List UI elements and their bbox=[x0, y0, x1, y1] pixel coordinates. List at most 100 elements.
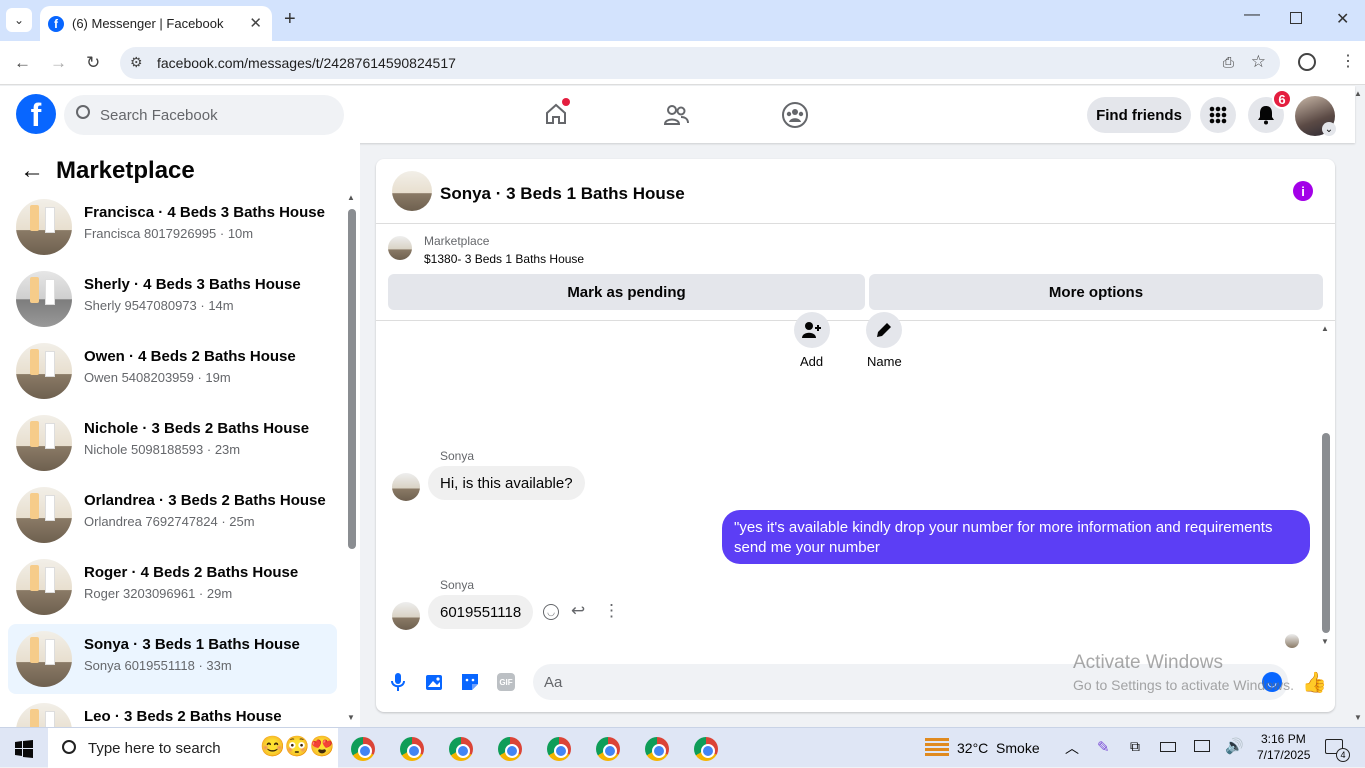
groups-icon[interactable] bbox=[781, 101, 809, 134]
chrome-app-icon[interactable] bbox=[449, 737, 473, 761]
page-scroll-up-icon[interactable]: ▲ bbox=[1354, 89, 1362, 98]
chrome-app-icon[interactable] bbox=[694, 737, 718, 761]
conversation-subtitle: Nichole 5098188593 · 23m bbox=[84, 442, 241, 457]
listing-avatar[interactable] bbox=[388, 236, 412, 260]
address-bar: ← → ↻ ⚙ facebook.com/messages/t/24287614… bbox=[0, 41, 1365, 85]
notifications-button[interactable]: 6 bbox=[1248, 89, 1292, 133]
conversation-item[interactable]: Leo · 3 Beds 2 Baths House bbox=[8, 696, 337, 727]
reply-icon[interactable]: ↩ bbox=[571, 601, 585, 621]
weather-icon[interactable] bbox=[925, 738, 949, 756]
marketplace-sidebar: ← Marketplace Francisca · 4 Beds 3 Baths… bbox=[0, 143, 360, 727]
name-chat-button[interactable] bbox=[866, 312, 902, 348]
menu-grid-button[interactable] bbox=[1200, 97, 1236, 133]
listing-price[interactable]: $1380- 3 Beds 1 Baths House bbox=[424, 252, 584, 266]
conversation-item[interactable]: Roger · 4 Beds 2 Baths House Roger 32030… bbox=[8, 552, 337, 622]
find-friends-button[interactable]: Find friends bbox=[1087, 97, 1191, 133]
incoming-message[interactable]: Hi, is this available? bbox=[428, 466, 585, 500]
weather-text[interactable]: 32°C Smoke bbox=[957, 740, 1040, 756]
sender-avatar[interactable] bbox=[392, 602, 420, 630]
listing-thumbnail bbox=[16, 343, 72, 399]
chrome-app-icon[interactable] bbox=[400, 737, 424, 761]
listing-thumbnail bbox=[16, 271, 72, 327]
conversation-item[interactable]: Owen · 4 Beds 2 Baths House Owen 5408203… bbox=[8, 336, 337, 406]
info-icon[interactable]: i bbox=[1293, 181, 1313, 201]
new-tab-icon[interactable]: + bbox=[284, 8, 296, 31]
back-arrow-icon[interactable]: ← bbox=[14, 53, 31, 73]
photo-icon[interactable] bbox=[425, 672, 445, 697]
conversation-item[interactable]: Orlandrea · 3 Beds 2 Baths House Orlandr… bbox=[8, 480, 337, 550]
chat-panel: Sonya · 3 Beds 1 Baths House i Marketpla… bbox=[376, 159, 1335, 712]
like-thumb-icon[interactable]: 👍 bbox=[1302, 670, 1327, 695]
site-info-icon[interactable]: ⚙ bbox=[130, 54, 143, 71]
url-text: facebook.com/messages/t/2428761459082451… bbox=[157, 55, 456, 71]
conversation-item-selected[interactable]: Sonya · 3 Beds 1 Baths House Sonya 60195… bbox=[8, 624, 337, 694]
minimize-icon[interactable]: — bbox=[1244, 6, 1260, 24]
clock-date[interactable]: 7/17/2025 bbox=[1257, 748, 1310, 762]
chat-scroll-down-icon[interactable]: ▼ bbox=[1321, 637, 1329, 646]
tray-app-icon[interactable]: ⧉ bbox=[1130, 738, 1140, 755]
windows-start-icon[interactable] bbox=[15, 740, 33, 763]
chat-avatar[interactable] bbox=[392, 171, 432, 211]
close-window-icon[interactable]: ✕ bbox=[1336, 9, 1349, 29]
chrome-app-icon[interactable] bbox=[596, 737, 620, 761]
chrome-app-icon[interactable] bbox=[498, 737, 522, 761]
search-input[interactable]: Search Facebook bbox=[64, 95, 344, 135]
listing-thumbnail bbox=[16, 487, 72, 543]
chrome-app-icon[interactable] bbox=[351, 737, 375, 761]
conversation-item[interactable]: Francisca · 4 Beds 3 Baths House Francis… bbox=[8, 192, 337, 262]
sidebar-scroll-down-icon[interactable]: ▼ bbox=[347, 713, 355, 722]
conversation-item[interactable]: Sherly · 4 Beds 3 Baths House Sherly 954… bbox=[8, 264, 337, 334]
volume-icon[interactable]: 🔊 bbox=[1225, 737, 1244, 755]
chat-scroll-up-icon[interactable]: ▲ bbox=[1321, 324, 1329, 333]
react-emoji-icon[interactable]: ◡ bbox=[543, 604, 559, 620]
pen-icon[interactable]: ✎ bbox=[1097, 738, 1110, 756]
more-options-button[interactable]: More options bbox=[869, 274, 1323, 310]
conversation-item[interactable]: Nichole · 3 Beds 2 Baths House Nichole 5… bbox=[8, 408, 337, 478]
chrome-app-icon[interactable] bbox=[547, 737, 571, 761]
gif-button[interactable]: GIF bbox=[497, 673, 515, 691]
name-label: Name bbox=[867, 354, 902, 369]
sidebar-scroll-up-icon[interactable]: ▲ bbox=[347, 193, 355, 202]
bookmark-star-icon[interactable]: ☆ bbox=[1251, 52, 1266, 72]
account-chevron-icon[interactable]: ⌄ bbox=[1322, 122, 1336, 136]
chat-scrollbar-thumb[interactable] bbox=[1322, 433, 1330, 633]
conversation-subtitle: Sherly 9547080973 · 14m bbox=[84, 298, 234, 313]
browser-menu-icon[interactable]: ⋮ bbox=[1340, 51, 1356, 71]
back-arrow-icon[interactable]: ← bbox=[20, 157, 44, 185]
tab-title: (6) Messenger | Facebook bbox=[72, 16, 224, 31]
header-divider bbox=[376, 223, 1335, 224]
facebook-logo[interactable]: f bbox=[16, 94, 56, 134]
listing-thumbnail bbox=[16, 703, 72, 727]
battery-icon[interactable] bbox=[1160, 742, 1176, 752]
tray-chevron-icon[interactable]: ︿ bbox=[1065, 738, 1079, 758]
incoming-message[interactable]: 6019551118 bbox=[428, 595, 534, 629]
url-field[interactable]: ⚙ facebook.com/messages/t/24287614590824… bbox=[120, 47, 1280, 79]
restore-icon[interactable] bbox=[1290, 12, 1302, 24]
outgoing-message[interactable]: "yes it's available kindly drop your num… bbox=[722, 510, 1310, 564]
reload-icon[interactable]: ↻ bbox=[86, 53, 100, 73]
browser-tab[interactable]: f (6) Messenger | Facebook ✕ bbox=[40, 6, 272, 41]
more-actions-icon[interactable]: ⋮ bbox=[603, 601, 620, 621]
activate-windows-title: Activate Windows bbox=[1073, 652, 1223, 673]
clock-time[interactable]: 3:16 PM bbox=[1261, 732, 1306, 746]
network-icon[interactable] bbox=[1194, 740, 1210, 752]
microphone-icon[interactable] bbox=[390, 672, 406, 697]
chrome-app-icon[interactable] bbox=[645, 737, 669, 761]
forward-arrow-icon[interactable]: → bbox=[50, 53, 67, 73]
mark-as-pending-button[interactable]: Mark as pending bbox=[388, 274, 865, 310]
install-app-icon[interactable]: ⎙ bbox=[1223, 54, 1234, 71]
page-scroll-down-icon[interactable]: ▼ bbox=[1354, 713, 1362, 722]
sender-avatar[interactable] bbox=[392, 473, 420, 501]
search-placeholder: Search Facebook bbox=[100, 106, 218, 124]
friends-icon[interactable] bbox=[663, 103, 689, 132]
sidebar-scrollbar-thumb[interactable] bbox=[348, 209, 356, 549]
chat-title[interactable]: Sonya · 3 Beds 1 Baths House bbox=[440, 184, 685, 204]
taskbar-search[interactable]: Type here to search 😊😳😍 bbox=[48, 728, 338, 768]
home-icon[interactable] bbox=[544, 98, 570, 126]
sticker-icon[interactable] bbox=[460, 672, 480, 697]
add-people-button[interactable] bbox=[794, 312, 830, 348]
close-tab-icon[interactable]: ✕ bbox=[249, 14, 262, 32]
grid-icon bbox=[1209, 106, 1227, 124]
profile-icon[interactable] bbox=[1298, 53, 1316, 71]
tab-list-chevron-icon[interactable]: ⌄ bbox=[6, 8, 32, 32]
